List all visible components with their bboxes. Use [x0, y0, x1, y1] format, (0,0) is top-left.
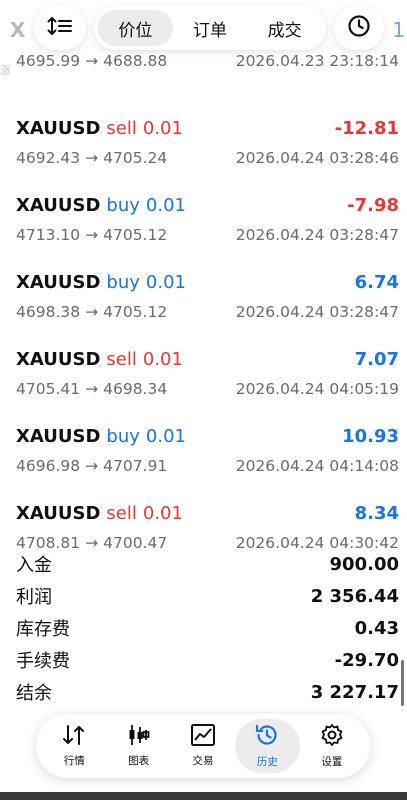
summary-row: 入金 900.00 [0, 548, 407, 580]
sort-button[interactable] [34, 6, 86, 50]
summary-row: 结余 3 227.17 [0, 676, 407, 708]
deal-header: XAUUSD sell 0.01 [16, 503, 183, 524]
history-icon [254, 723, 280, 751]
nav-settings[interactable]: 设置 [300, 719, 364, 773]
nav-quotes[interactable]: 行情 [42, 719, 106, 773]
deal-profit: 10.93 [342, 426, 399, 447]
deal-symbol: XAUUSD [16, 272, 101, 293]
summary-row: 库存费 0.43 [0, 612, 407, 644]
summary-label: 入金 [16, 555, 52, 576]
deal-volume: 0.01 [142, 503, 183, 524]
summary-value: 3 227.17 [310, 681, 399, 703]
summary-value: 0.43 [354, 617, 399, 639]
deal-symbol: XAUUSD [16, 349, 101, 370]
tab-orders[interactable]: 订单 [173, 10, 248, 46]
summary-row: 利润 2 356.44 [0, 580, 407, 612]
top-toolbar: X 1 价位 订单 成交 [0, 0, 407, 60]
summary-value: 2 356.44 [310, 585, 399, 607]
deal-volume: 0.01 [142, 118, 183, 139]
segment-tabs: 价位 订单 成交 [94, 6, 326, 50]
tab-price[interactable]: 价位 [98, 10, 173, 46]
deal-symbol: XAUUSD [16, 118, 101, 139]
deal-header: XAUUSD sell 0.01 [16, 349, 183, 370]
nav-chart[interactable]: 图表 [106, 719, 170, 773]
deal-row[interactable]: XAUUSD sell 0.01 7.07 4705.41 → 4698.34 2026.04… [0, 308, 407, 398]
deal-header: XAUUSD buy 0.01 [16, 426, 186, 447]
deal-profit: 7.07 [354, 349, 399, 370]
scrollbar[interactable] [401, 660, 404, 706]
nav-settings-label: 设置 [321, 756, 343, 768]
summary-value: 900.00 [329, 553, 399, 575]
deal-direction: buy [106, 272, 140, 293]
deal-header: XAUUSD sell 0.01 [16, 118, 183, 139]
bottom-navigation: 行情 图表 交易 历史 设置 [36, 714, 370, 778]
page-title: X [10, 18, 27, 42]
summary-label: 库存费 [16, 619, 70, 640]
nav-trade[interactable]: 交易 [171, 719, 235, 773]
settings-icon [319, 723, 345, 751]
trade-icon [190, 724, 216, 750]
deal-profit: 6.74 [354, 272, 399, 293]
chart-icon [126, 724, 152, 750]
nav-quotes-label: 行情 [63, 755, 85, 767]
summary-value: -29.70 [334, 649, 399, 671]
deal-direction: sell [106, 503, 137, 524]
deal-direction: sell [106, 118, 137, 139]
nav-trade-label: 交易 [192, 755, 214, 767]
summary-row: 手续费 -29.70 [0, 644, 407, 676]
clock-icon [347, 14, 371, 42]
summary-label: 手续费 [16, 651, 70, 672]
deal-row[interactable]: XAUUSD sell 0.01 -12.81 4692.43 → 4705.24 2026.… [0, 77, 407, 167]
sort-icon [47, 15, 73, 41]
deal-header: XAUUSD buy 0.01 [16, 195, 186, 216]
deal-row[interactable]: XAUUSD buy 0.01 10.93 4696.98 → 4707.91 2026.04… [0, 385, 407, 475]
deal-header: XAUUSD buy 0.01 [16, 272, 186, 293]
summary-label: 结余 [16, 683, 52, 704]
deal-symbol: XAUUSD [16, 426, 101, 447]
summary-panel: 入金 900.00 利润 2 356.44 库存费 0.43 手续费 -29.70 结余 3 22… [0, 548, 407, 708]
deal-profit: 8.34 [354, 503, 399, 524]
quotes-icon [61, 724, 87, 750]
deal-row[interactable]: XAUUSD buy 0.01 6.74 4698.38 → 4705.12 2026.04.… [0, 231, 407, 321]
nav-chart-label: 图表 [128, 755, 150, 767]
deal-profit: -7.98 [347, 195, 399, 216]
edge-glyph: 涨 [0, 64, 10, 77]
deal-direction: buy [106, 426, 140, 447]
deal-row[interactable]: XAUUSD buy 0.01 -7.98 4713.10 → 4705.12 2026.04… [0, 154, 407, 244]
deal-direction: sell [106, 349, 137, 370]
system-bar [0, 792, 407, 800]
tab-deals[interactable]: 成交 [247, 10, 322, 46]
deal-count: 1 [392, 18, 405, 42]
deal-volume: 0.01 [145, 195, 186, 216]
nav-history[interactable]: 历史 [235, 719, 300, 773]
deal-profit: -12.81 [334, 118, 399, 139]
nav-history-label: 历史 [256, 756, 278, 768]
deal-volume: 0.01 [145, 426, 186, 447]
deal-symbol: XAUUSD [16, 503, 101, 524]
deal-volume: 0.01 [142, 349, 183, 370]
summary-label: 利润 [16, 587, 52, 608]
deal-volume: 0.01 [145, 272, 186, 293]
deal-direction: buy [106, 195, 140, 216]
period-button[interactable] [334, 6, 384, 50]
deal-list: 4695.99 → 4688.88 2026.04.23 23:18:14 XAUUSD… [0, 50, 407, 552]
deal-symbol: XAUUSD [16, 195, 101, 216]
deal-row[interactable]: XAUUSD sell 0.01 8.34 4708.81 → 4700.47 2026.04… [0, 462, 407, 552]
